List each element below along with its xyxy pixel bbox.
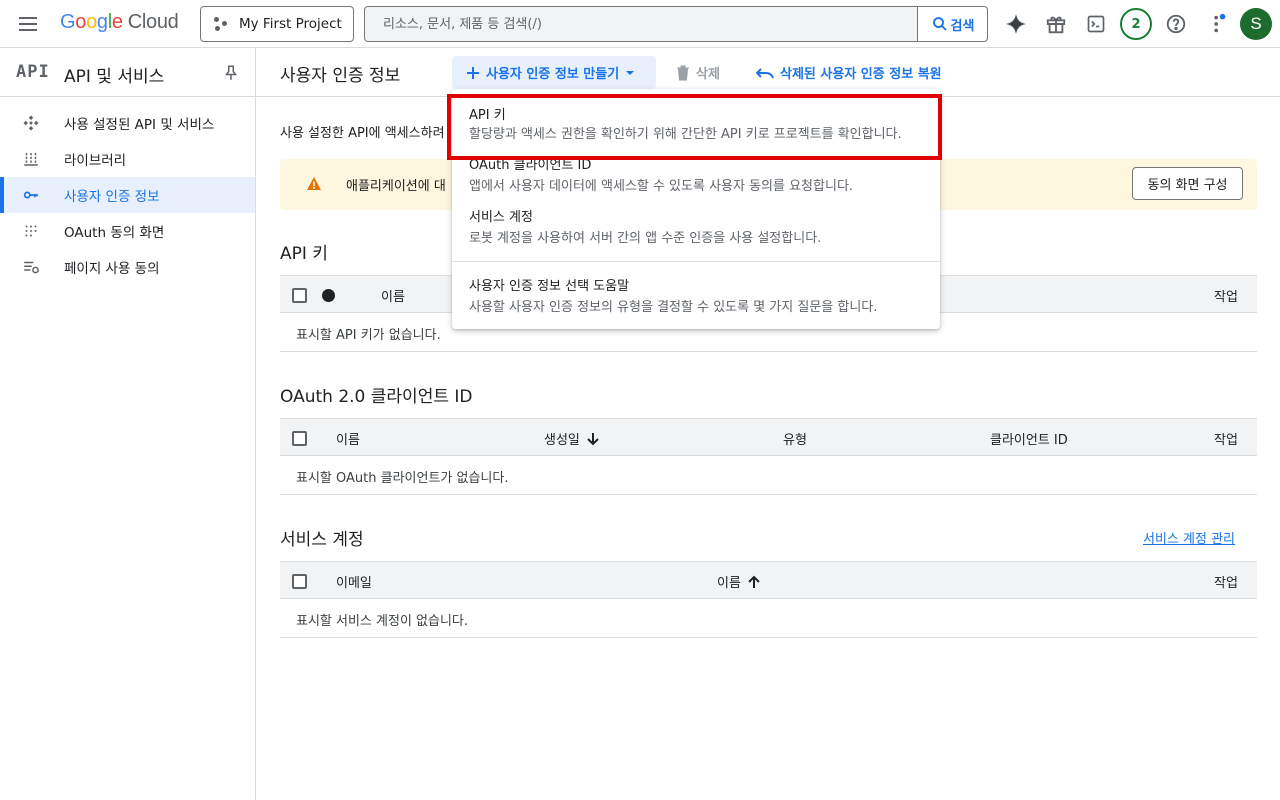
column-email[interactable]: 이메일: [336, 572, 372, 591]
gemini-sparkle-icon[interactable]: [1002, 10, 1030, 38]
menu-item-description: 사용할 사용자 인증 정보의 유형을 결정할 수 있도록 몇 가지 질문을 합니…: [469, 300, 878, 315]
arrow-up-icon: [748, 575, 760, 588]
google-cloud-logo[interactable]: Google Cloud: [60, 11, 179, 34]
column-actions: 작업: [1214, 576, 1238, 591]
column-created[interactable]: 생성일: [544, 429, 600, 448]
create-credentials-button[interactable]: 사용자 인증 정보 만들기: [452, 56, 656, 89]
column-type[interactable]: 유형: [783, 429, 807, 448]
sidebar-header: API API 및 서비스: [0, 48, 255, 97]
menu-item-oauth-client-id[interactable]: OAuth 클라이언트 ID 앱에서 사용자 데이터에 액세스할 수 있도록 사…: [452, 151, 940, 203]
diamond-arrows-icon: [23, 115, 39, 131]
sidebar-item-oauth-consent[interactable]: OAuth 동의 화면: [0, 213, 255, 249]
menu-item-credential-help[interactable]: 사용자 인증 정보 선택 도움말 사용할 사용자 인증 정보의 유형을 결정할 …: [452, 269, 940, 321]
notifications-badge[interactable]: 2: [1120, 8, 1152, 40]
restore-deleted-credentials-button[interactable]: 삭제된 사용자 인증 정보 복원: [756, 56, 942, 89]
create-credentials-menu: API 키 할당량과 액세스 권한을 확인하기 위해 간단한 API 키로 프로…: [452, 89, 940, 329]
sidebar-item-page-usage-agreement[interactable]: 페이지 사용 동의: [0, 249, 255, 285]
menu-item-description: 할당량과 액세스 권한을 확인하기 위해 간단한 API 키로 프로젝트를 확인…: [469, 127, 902, 142]
menu-item-description: 앱에서 사용자 데이터에 액세스할 수 있도록 사용자 동의를 요청합니다.: [469, 179, 854, 194]
sidebar-item-label: 라이브러리: [64, 153, 127, 169]
menu-item-api-key[interactable]: API 키 할당량과 액세스 권한을 확인하기 위해 간단한 API 키로 프로…: [452, 95, 940, 151]
configure-consent-screen-button[interactable]: 동의 화면 구성: [1132, 167, 1243, 200]
table-header: 이메일 이름 작업: [280, 561, 1257, 599]
trash-icon: [677, 65, 689, 80]
more-options-icon[interactable]: [1204, 10, 1232, 38]
column-actions: 작업: [1214, 433, 1238, 448]
menu-item-service-account[interactable]: 서비스 계정 로봇 계정을 사용하여 서버 간의 앱 수준 인증을 사용 설정합…: [452, 203, 940, 255]
service-accounts-section-title: 서비스 계정: [280, 530, 364, 550]
status-dot-icon: [322, 289, 335, 302]
sidebar-item-label: 사용자 인증 정보: [64, 189, 160, 205]
menu-item-title: API 키: [469, 108, 506, 123]
help-icon[interactable]: [1162, 10, 1190, 38]
sidebar-item-label: OAuth 동의 화면: [64, 225, 165, 241]
top-app-bar: GoogleCloud My First Project 검색 2 S: [0, 0, 1280, 48]
intro-text: 사용 설정한 API에 액세스하려: [280, 126, 445, 141]
sidebar-item-label: 사용 설정된 API 및 서비스: [64, 117, 215, 133]
search-button-label: 검색: [950, 18, 975, 34]
column-name[interactable]: 이름: [336, 429, 360, 448]
delete-button[interactable]: 삭제: [676, 56, 720, 89]
sidebar-item-credentials[interactable]: 사용자 인증 정보: [0, 177, 255, 213]
delete-label: 삭제: [696, 67, 720, 82]
warning-icon: [307, 177, 321, 190]
main-menu-icon[interactable]: [16, 12, 40, 36]
column-name[interactable]: 이름: [717, 572, 761, 591]
gift-icon[interactable]: [1042, 10, 1070, 38]
menu-divider: [452, 261, 940, 262]
warning-message: 애플리케이션에 대: [346, 179, 446, 194]
plus-icon: [467, 66, 479, 79]
arrow-down-icon: [587, 432, 599, 445]
menu-item-description: 로봇 계정을 사용하여 서버 간의 앱 수준 인증을 사용 설정합니다.: [469, 231, 822, 246]
menu-item-title: 서비스 계정: [469, 210, 533, 225]
column-name[interactable]: 이름: [381, 286, 405, 305]
cloud-shell-icon[interactable]: [1082, 10, 1110, 38]
menu-item-title: 사용자 인증 정보 선택 도움말: [469, 279, 630, 294]
column-client-id[interactable]: 클라이언트 ID: [990, 429, 1068, 448]
column-name-label: 이름: [717, 576, 741, 591]
search-bar: 검색: [364, 6, 988, 42]
column-created-label: 생성일: [544, 433, 580, 448]
settings-list-icon: [24, 261, 39, 274]
api-keys-section-title: API 키: [280, 244, 328, 264]
key-icon: [23, 191, 38, 199]
create-credentials-label: 사용자 인증 정보 만들기: [486, 67, 620, 82]
search-button[interactable]: 검색: [917, 7, 987, 41]
api-logo: API: [16, 62, 50, 82]
select-all-checkbox[interactable]: [292, 431, 307, 446]
empty-row: 표시할 OAuth 클라이언트가 없습니다.: [280, 456, 1257, 495]
manage-service-accounts-link[interactable]: 서비스 계정 관리: [1143, 528, 1235, 547]
sidebar-item-enabled-apis[interactable]: 사용 설정된 API 및 서비스: [0, 105, 255, 141]
search-input[interactable]: [365, 7, 917, 41]
project-dots-icon: [213, 16, 229, 32]
select-all-checkbox[interactable]: [292, 574, 307, 589]
sidebar-item-label: 페이지 사용 동의: [64, 261, 160, 277]
oauth-clients-table: 이름 생성일 유형 클라이언트 ID 작업 표시할 OAuth 클라이언트가 없…: [280, 418, 1257, 495]
column-actions: 작업: [1214, 290, 1238, 305]
menu-item-title: OAuth 클라이언트 ID: [469, 158, 592, 173]
undo-icon: [756, 67, 774, 78]
project-name: My First Project: [239, 16, 342, 32]
restore-label: 삭제된 사용자 인증 정보 복원: [780, 67, 942, 82]
sidebar-item-library[interactable]: 라이브러리: [0, 141, 255, 177]
table-header: 이름 생성일 유형 클라이언트 ID 작업: [280, 418, 1257, 456]
dots-grid-icon: [25, 225, 37, 237]
pin-icon[interactable]: [222, 64, 240, 82]
service-accounts-table: 이메일 이름 작업 표시할 서비스 계정이 없습니다.: [280, 561, 1257, 638]
search-icon: [932, 17, 947, 31]
empty-row: 표시할 서비스 계정이 없습니다.: [280, 599, 1257, 638]
account-avatar[interactable]: S: [1240, 8, 1272, 40]
sidebar: API API 및 서비스 사용 설정된 API 및 서비스 라이브러리 사용자…: [0, 48, 256, 800]
page-title: 사용자 인증 정보: [280, 66, 401, 86]
sidebar-title: API 및 서비스: [64, 67, 165, 87]
oauth-section-title: OAuth 2.0 클라이언트 ID: [280, 387, 473, 407]
project-picker-button[interactable]: My First Project: [200, 6, 354, 42]
caret-down-icon: [626, 70, 635, 75]
select-all-checkbox[interactable]: [292, 288, 307, 303]
library-icon: [24, 153, 38, 166]
